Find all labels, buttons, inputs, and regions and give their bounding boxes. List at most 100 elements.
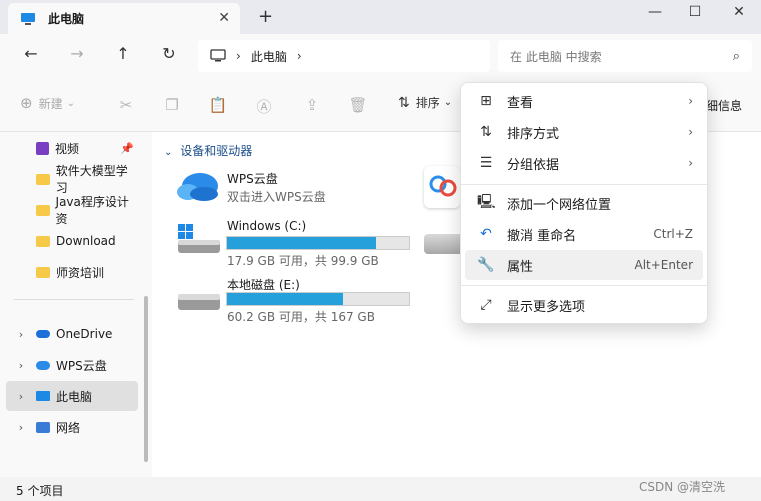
video-icon <box>36 141 49 155</box>
share-icon[interactable]: ⇪ <box>302 96 322 116</box>
sidebar-item-wps[interactable]: › WPS云盘 <box>6 350 138 380</box>
details-button-label[interactable]: 细信息 <box>706 97 742 114</box>
chevron-down-icon: ⌄ <box>164 147 173 158</box>
close-icon[interactable]: ✕ <box>218 10 230 26</box>
wps-cloud-name[interactable]: WPS云盘 <box>227 170 278 187</box>
cut-icon[interactable]: ✂ <box>116 96 136 116</box>
undo-icon: ↶ <box>480 226 492 242</box>
network-icon <box>36 421 50 433</box>
item-count: 5 个项目 <box>16 484 64 498</box>
sidebar-item-onedrive[interactable]: › OneDrive <box>6 319 138 349</box>
menu-item-label: 撤消 重命名 <box>507 228 577 244</box>
sidebar-item-folder[interactable]: Java程序设计资 <box>6 195 138 226</box>
close-window-button[interactable]: ✕ <box>724 4 754 28</box>
drive-c-usage-fill <box>227 237 377 249</box>
menu-item-label: 显示更多选项 <box>507 299 586 315</box>
shortcut-text: Alt+Enter <box>634 258 693 272</box>
sidebar-item-this-pc[interactable]: › 此电脑 <box>6 381 138 411</box>
expand-icon: ⤢ <box>480 297 492 313</box>
menu-item-properties[interactable]: 🔧 属性 Alt+Enter <box>465 250 703 280</box>
sidebar-item-label: Download <box>56 234 116 248</box>
sidebar-item-label: 视频 <box>55 141 80 156</box>
plus-circle-icon: ⊕ <box>20 94 33 112</box>
menu-item-label: 添加一个网络位置 <box>507 197 612 213</box>
app-icon[interactable] <box>424 166 460 208</box>
sidebar-item-label: 软件大模型学习 <box>55 164 128 195</box>
monitor-icon <box>21 12 35 25</box>
sort-button-label: 排序 <box>415 96 440 110</box>
tab-this-pc[interactable]: 此电脑 ✕ <box>8 3 240 34</box>
sort-button[interactable]: ⇅ 排序 ⌄ <box>398 94 452 111</box>
drive-e-usage-bar <box>226 292 410 306</box>
sidebar-item-label: 网络 <box>56 420 81 435</box>
sidebar-item-folder[interactable]: 师资培训 <box>6 257 138 287</box>
paste-icon[interactable]: 📋 <box>208 96 228 116</box>
wrench-icon: 🔧 <box>477 257 495 273</box>
sidebar-item-videos[interactable]: 视频 📌 <box>6 133 138 163</box>
menu-item-add-network-location[interactable]: 🖳 添加一个网络位置 <box>465 188 703 218</box>
cloud-icon <box>36 330 50 338</box>
search-placeholder: 在 此电脑 中搜索 <box>510 49 602 64</box>
menu-item-sort[interactable]: ⇅ 排序方式 › <box>465 117 703 147</box>
menu-item-show-more-options[interactable]: ⤢ 显示更多选项 <box>465 290 703 320</box>
forward-button[interactable]: → <box>64 44 90 68</box>
sidebar-item-download[interactable]: Download <box>6 226 138 256</box>
new-button-label: 新建 <box>38 96 63 111</box>
maximize-button[interactable]: ☐ <box>680 4 710 28</box>
wps-cloud-sub: 双击进入WPS云盘 <box>227 190 326 204</box>
sidebar-item-folder[interactable]: 软件大模型学习 <box>6 164 138 195</box>
menu-divider <box>461 285 707 286</box>
rename-icon[interactable]: Ⓐ <box>254 96 274 116</box>
chevron-right-icon[interactable]: › <box>14 328 28 341</box>
minimize-button[interactable]: — <box>640 4 670 28</box>
menu-item-label: 查看 <box>507 95 534 111</box>
address-bar[interactable]: › 此电脑 › <box>198 40 490 72</box>
breadcrumb[interactable]: 此电脑 <box>251 48 287 65</box>
up-button[interactable]: ↑ <box>110 44 136 68</box>
watermark: CSDN @清空洗 <box>639 480 726 494</box>
back-button[interactable]: ← <box>18 44 44 68</box>
pin-icon[interactable]: 📌 <box>120 142 134 155</box>
menu-item-view[interactable]: ⊞ 查看 › <box>465 86 703 116</box>
drive-c-name[interactable]: Windows (C:) <box>227 219 306 233</box>
monitor-icon <box>210 49 226 62</box>
chevron-right-icon[interactable]: › <box>14 359 28 372</box>
drive-icon <box>176 292 222 315</box>
sidebar-scrollbar[interactable] <box>144 296 148 462</box>
chevron-right-icon[interactable]: › <box>236 49 241 63</box>
chevron-right-icon: › <box>688 125 693 139</box>
delete-icon[interactable]: 🗑 <box>348 96 368 116</box>
folder-icon <box>36 266 50 278</box>
menu-item-label: 分组依据 <box>507 157 560 173</box>
windows-drive-icon <box>176 220 222 257</box>
copy-icon[interactable]: ❐ <box>162 96 182 116</box>
new-button[interactable]: ⊕ 新建 ⌄ <box>20 94 75 112</box>
chevron-down-icon: ⌄ <box>443 97 453 108</box>
sidebar-divider <box>14 299 134 300</box>
chevron-right-icon: › <box>688 94 693 108</box>
sidebar-item-label: OneDrive <box>56 327 113 341</box>
drive-e-name[interactable]: 本地磁盘 (E:) <box>227 276 300 293</box>
drive-c-space: 17.9 GB 可用，共 99.9 GB <box>227 254 379 268</box>
sidebar-item-label: 此电脑 <box>56 389 93 404</box>
menu-item-group[interactable]: ☰ 分组依据 › <box>465 148 703 178</box>
group-header[interactable]: ⌄ 设备和驱动器 <box>164 142 252 159</box>
folder-icon <box>36 204 50 216</box>
menu-item-label: 排序方式 <box>507 126 560 142</box>
menu-item-undo[interactable]: ↶ 撤消 重命名 Ctrl+Z <box>465 219 703 249</box>
refresh-button[interactable]: ↻ <box>156 44 182 68</box>
search-input[interactable]: 在 此电脑 中搜索 ⌕ <box>498 40 752 72</box>
group-header-label: 设备和驱动器 <box>180 144 253 158</box>
chevron-right-icon[interactable]: › <box>14 390 28 403</box>
chevron-right-icon: › <box>688 156 693 170</box>
folder-icon <box>36 235 50 247</box>
chevron-right-icon[interactable]: › <box>297 49 302 63</box>
sort-icon: ⇅ <box>480 124 492 140</box>
tab-title: 此电脑 <box>48 12 85 26</box>
sidebar-item-network[interactable]: › 网络 <box>6 412 138 442</box>
sidebar-item-label: 师资培训 <box>56 265 105 280</box>
wps-cloud-icon <box>36 360 50 370</box>
network-location-icon: 🖳 <box>477 194 496 210</box>
new-tab-button[interactable]: + <box>258 6 273 27</box>
chevron-right-icon[interactable]: › <box>14 421 28 434</box>
